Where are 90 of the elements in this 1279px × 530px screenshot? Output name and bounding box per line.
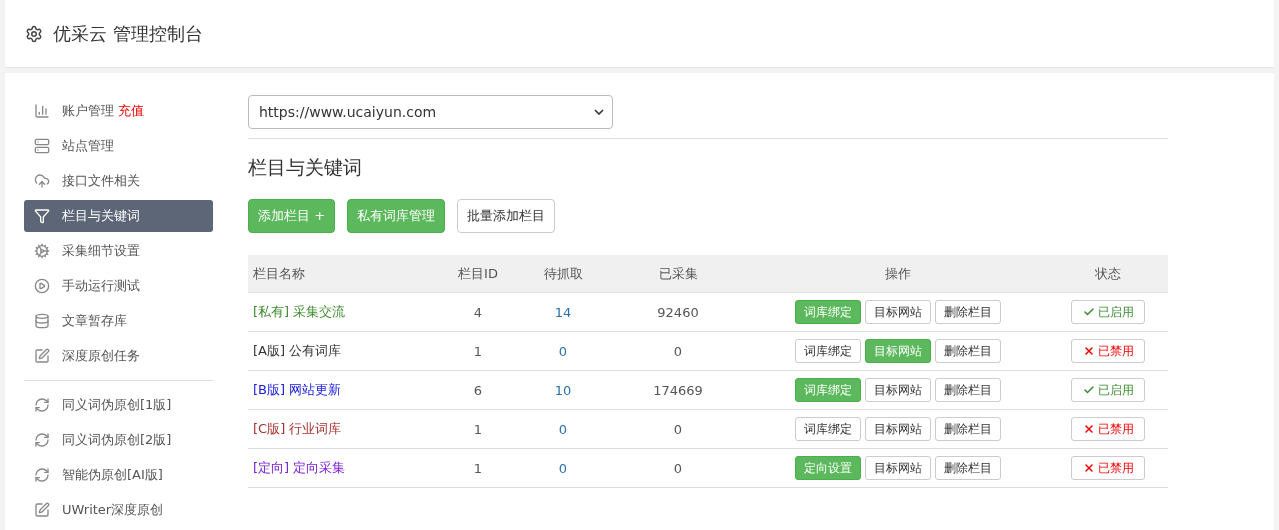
sidebar-item[interactable]: 采集细节设置 <box>24 235 213 267</box>
refresh-icon <box>34 432 50 448</box>
table-cell: 10 <box>518 371 608 410</box>
app-title: 优采云 管理控制台 <box>53 21 203 46</box>
cloud-icon <box>34 173 50 189</box>
action-button[interactable]: 删除栏目 <box>935 378 1001 402</box>
sidebar-item[interactable]: 接口文件相关 <box>24 165 213 197</box>
toolbar-button[interactable]: 批量添加栏目 <box>457 199 556 233</box>
table-cell: 92460 <box>608 293 748 332</box>
table-cell: 0 <box>518 410 608 449</box>
table-cell: [C版] 行业词库 <box>248 410 438 449</box>
table-cell: [私有] 采集交流 <box>248 293 438 332</box>
close-icon <box>1082 462 1095 474</box>
sidebar-item[interactable]: 手动运行测试 <box>24 270 213 302</box>
table-cell: 0 <box>608 410 748 449</box>
edit-icon <box>34 502 50 518</box>
section-title: 栏目与关键词 <box>248 155 363 180</box>
play-icon <box>34 278 50 294</box>
table-cell: 1 <box>438 449 518 488</box>
action-button[interactable]: 词库绑定 <box>795 339 861 363</box>
sidebar-label: 站点管理 <box>62 137 114 155</box>
status-button[interactable]: 已启用 <box>1071 300 1145 324</box>
recharge-link[interactable]: 充值 <box>118 102 144 120</box>
site-select[interactable]: https://www.ucaiyun.com <box>248 95 613 129</box>
chart-icon <box>34 103 50 119</box>
sidebar-item[interactable]: 文章暂存库 <box>24 305 213 337</box>
refresh-icon <box>34 397 50 413</box>
sidebar-label: 接口文件相关 <box>62 172 140 190</box>
sidebar-label: 智能伪原创[AI版] <box>62 466 163 484</box>
action-button[interactable]: 目标网站 <box>865 417 931 441</box>
sidebar-label: UWriter深度原创 <box>62 501 164 519</box>
sidebar-label: 账户管理 <box>62 102 114 120</box>
check-icon <box>1082 306 1095 318</box>
chevron-down-icon <box>594 109 604 115</box>
table-cell: 0 <box>608 449 748 488</box>
column-header: 栏目名称 <box>248 255 438 293</box>
sidebar-item[interactable]: 账户管理 充值 <box>24 95 213 127</box>
action-button[interactable]: 删除栏目 <box>935 300 1001 324</box>
filter-icon <box>34 208 50 224</box>
cogs-icon <box>34 243 50 259</box>
close-icon <box>1082 345 1095 357</box>
column-header: 状态 <box>1048 255 1168 293</box>
sidebar-label: 同义词伪原创[2版] <box>62 431 172 449</box>
sidebar-item[interactable]: 站点管理 <box>24 130 213 162</box>
table-cell: 0 <box>518 449 608 488</box>
column-header: 栏目ID <box>438 255 518 293</box>
column-header: 已采集 <box>608 255 748 293</box>
column-header: 操作 <box>748 255 1048 293</box>
edit-icon <box>34 348 50 364</box>
sidebar-label: 栏目与关键词 <box>62 207 140 225</box>
table-cell: 1 <box>438 410 518 449</box>
action-button[interactable]: 目标网站 <box>865 456 931 480</box>
table-cell: 14 <box>518 293 608 332</box>
sidebar-label: 手动运行测试 <box>62 277 140 295</box>
table-cell: 0 <box>518 332 608 371</box>
table-cell: [B版] 网站更新 <box>248 371 438 410</box>
action-button[interactable]: 词库绑定 <box>795 417 861 441</box>
status-button[interactable]: 已禁用 <box>1071 456 1145 480</box>
table-cell: 6 <box>438 371 518 410</box>
database-icon <box>34 313 50 329</box>
sidebar-item[interactable]: 同义词伪原创[1版] <box>24 389 213 421</box>
sidebar-label: 深度原创任务 <box>62 347 140 365</box>
sidebar-item[interactable]: 栏目与关键词 <box>24 200 213 232</box>
check-icon <box>1082 384 1095 396</box>
sidebar-item[interactable]: 同义词伪原创[2版] <box>24 424 213 456</box>
column-header: 待抓取 <box>518 255 608 293</box>
close-icon <box>1082 423 1095 435</box>
sidebar-item[interactable]: 深度原创任务 <box>24 340 213 372</box>
table-cell: [定向] 定向采集 <box>248 449 438 488</box>
table-cell: 0 <box>608 332 748 371</box>
table-cell: 4 <box>438 293 518 332</box>
sidebar-label: 同义词伪原创[1版] <box>62 396 172 414</box>
sidebar-label: 采集细节设置 <box>62 242 140 260</box>
settings-icon <box>25 24 43 43</box>
status-button[interactable]: 已启用 <box>1071 378 1145 402</box>
sidebar-item[interactable]: UWriter深度原创 <box>24 494 213 526</box>
table-cell: 174669 <box>608 371 748 410</box>
status-button[interactable]: 已禁用 <box>1071 339 1145 363</box>
refresh-icon <box>34 467 50 483</box>
action-button[interactable]: 目标网站 <box>865 378 931 402</box>
action-button[interactable]: 删除栏目 <box>935 339 1001 363</box>
action-button[interactable]: 删除栏目 <box>935 456 1001 480</box>
sidebar-label: 文章暂存库 <box>62 312 127 330</box>
status-button[interactable]: 已禁用 <box>1071 417 1145 441</box>
sidebar-item[interactable]: 智能伪原创[AI版] <box>24 459 213 491</box>
server-icon <box>34 138 50 154</box>
action-button[interactable]: 目标网站 <box>865 300 931 324</box>
action-button[interactable]: 删除栏目 <box>935 417 1001 441</box>
table-cell: 1 <box>438 332 518 371</box>
table-cell: [A版] 公有词库 <box>248 332 438 371</box>
